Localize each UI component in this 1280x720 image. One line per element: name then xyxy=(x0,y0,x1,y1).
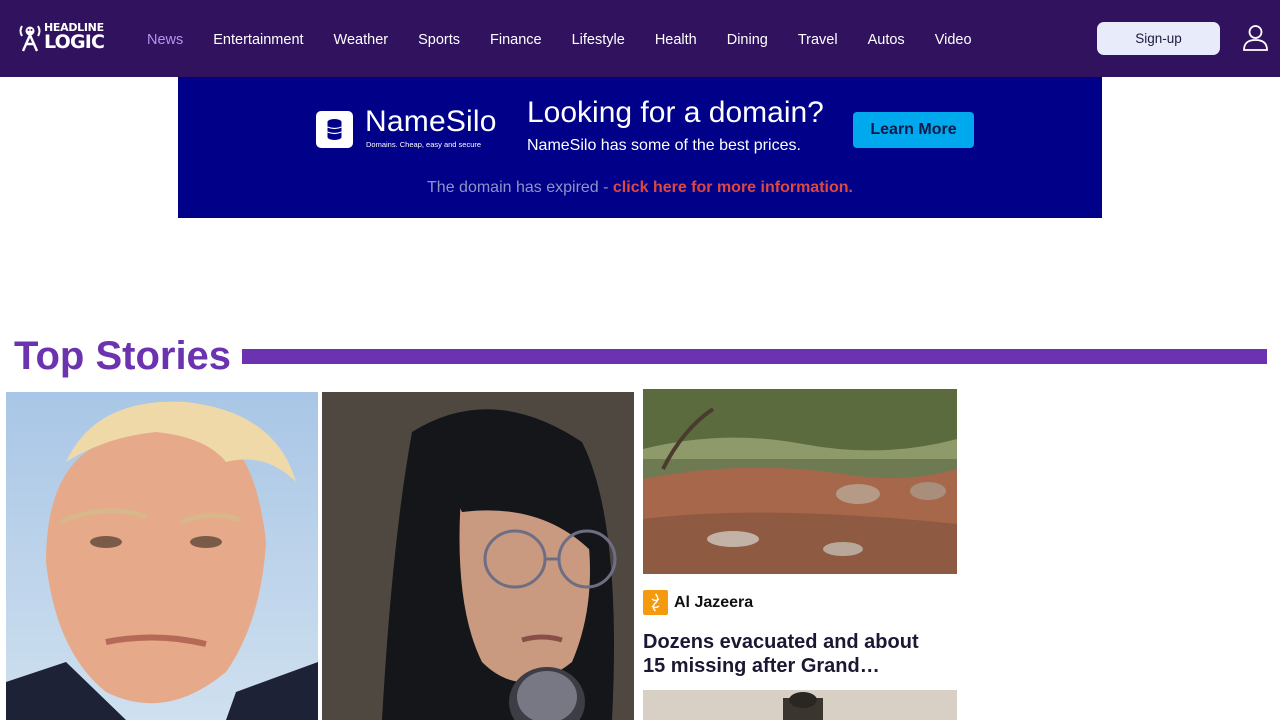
nav-autos[interactable]: Autos xyxy=(853,28,920,52)
more-info-link[interactable]: click here for more information. xyxy=(613,179,853,196)
nav-finance[interactable]: Finance xyxy=(475,28,557,52)
nav-entertainment[interactable]: Entertainment xyxy=(198,28,318,52)
nav-health[interactable]: Health xyxy=(640,28,712,52)
section-divider-bar xyxy=(242,349,1267,364)
site-logo[interactable]: HEADLINE LOGIC xyxy=(18,20,108,54)
story-image-next[interactable] xyxy=(643,690,957,720)
namesilo-logo-icon xyxy=(316,111,353,148)
main-nav: News Entertainment Weather Sports Financ… xyxy=(132,28,987,52)
namesilo-tagline: Domains. Cheap, easy and secure xyxy=(366,140,482,149)
story-headline[interactable]: Dozens evacuated and about 15 missing af… xyxy=(643,630,943,678)
user-account-icon[interactable] xyxy=(1242,24,1269,51)
ad-footer-text: The domain has expired - xyxy=(427,179,613,196)
story-source[interactable]: Al Jazeera xyxy=(643,590,753,615)
namesilo-brand: NameSilo xyxy=(365,105,497,138)
nav-weather[interactable]: Weather xyxy=(319,28,404,52)
nav-sports[interactable]: Sports xyxy=(403,28,475,52)
al-jazeera-icon xyxy=(643,590,668,615)
nav-video[interactable]: Video xyxy=(920,28,987,52)
nav-news[interactable]: News xyxy=(132,28,198,52)
nav-travel[interactable]: Travel xyxy=(783,28,853,52)
antenna-logo-icon xyxy=(19,25,41,52)
top-stories-heading: Top Stories xyxy=(14,334,232,378)
ad-headline: Looking for a domain? xyxy=(527,96,824,129)
learn-more-button[interactable]: Learn More xyxy=(853,112,974,148)
ad-footer: The domain has expired - click here for … xyxy=(178,179,1102,197)
story-image-woman[interactable] xyxy=(322,392,634,720)
ad-subline: NameSilo has some of the best prices. xyxy=(527,137,801,154)
story-image-flood[interactable] xyxy=(643,389,957,574)
nav-dining[interactable]: Dining xyxy=(712,28,783,52)
story-image-man[interactable] xyxy=(6,392,318,720)
signup-button[interactable]: Sign-up xyxy=(1097,22,1220,55)
database-icon xyxy=(327,119,342,140)
source-name: Al Jazeera xyxy=(674,593,754,611)
site-header: HEADLINE LOGIC News Entertainment Weathe… xyxy=(0,0,1280,77)
namesilo-ad-banner[interactable]: NameSilo Domains. Cheap, easy and secure… xyxy=(178,77,1102,218)
nav-lifestyle[interactable]: Lifestyle xyxy=(557,28,640,52)
logo-text-bottom: LOGIC xyxy=(44,31,105,53)
